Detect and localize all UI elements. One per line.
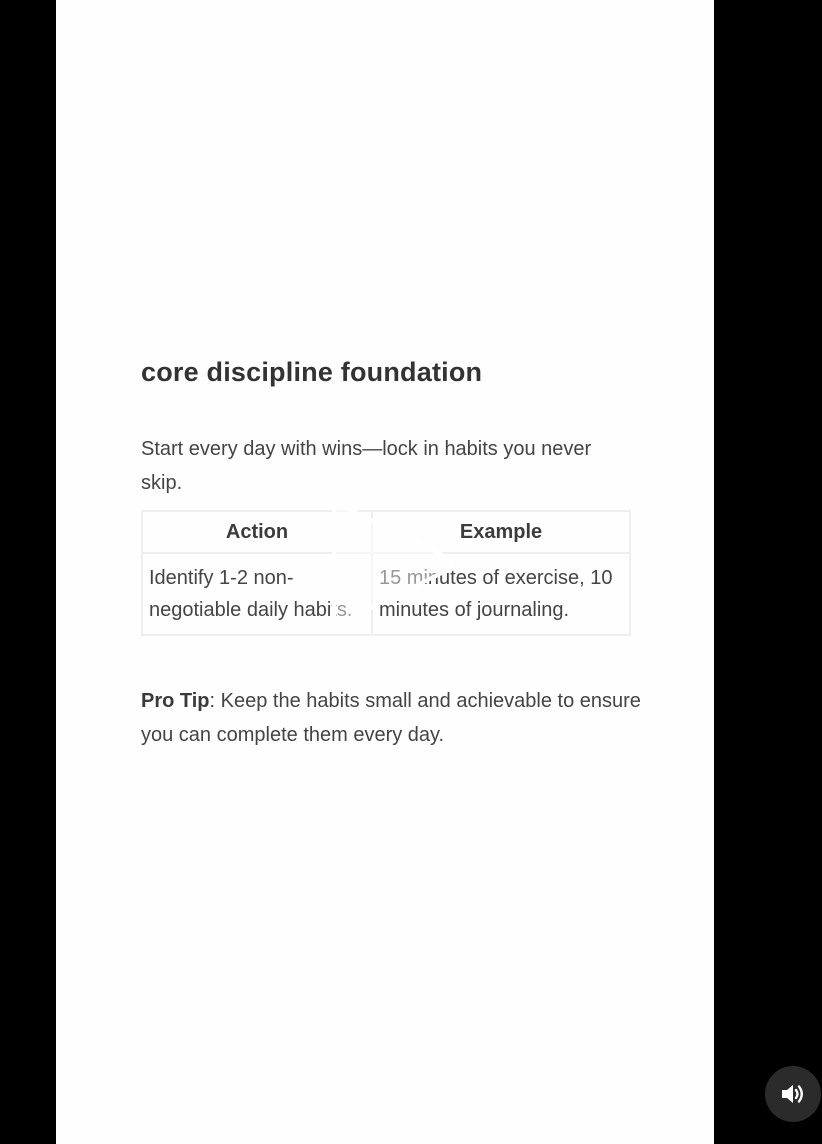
pro-tip: Pro Tip: Keep the habits small and achie… [141, 684, 641, 752]
pro-tip-label: Pro Tip [141, 690, 210, 712]
play-icon [332, 502, 454, 626]
intro-text: Start every day with wins—lock in habits… [141, 438, 592, 494]
pro-tip-text: : Keep the habits small and achievable t… [141, 690, 641, 746]
play-button[interactable] [328, 498, 458, 630]
slide-title: core discipline foundation [141, 357, 483, 387]
sound-toggle-button[interactable] [765, 1066, 821, 1122]
speaker-on-icon [782, 1085, 803, 1103]
video-player[interactable]: core discipline foundation Start every d… [0, 0, 822, 1144]
